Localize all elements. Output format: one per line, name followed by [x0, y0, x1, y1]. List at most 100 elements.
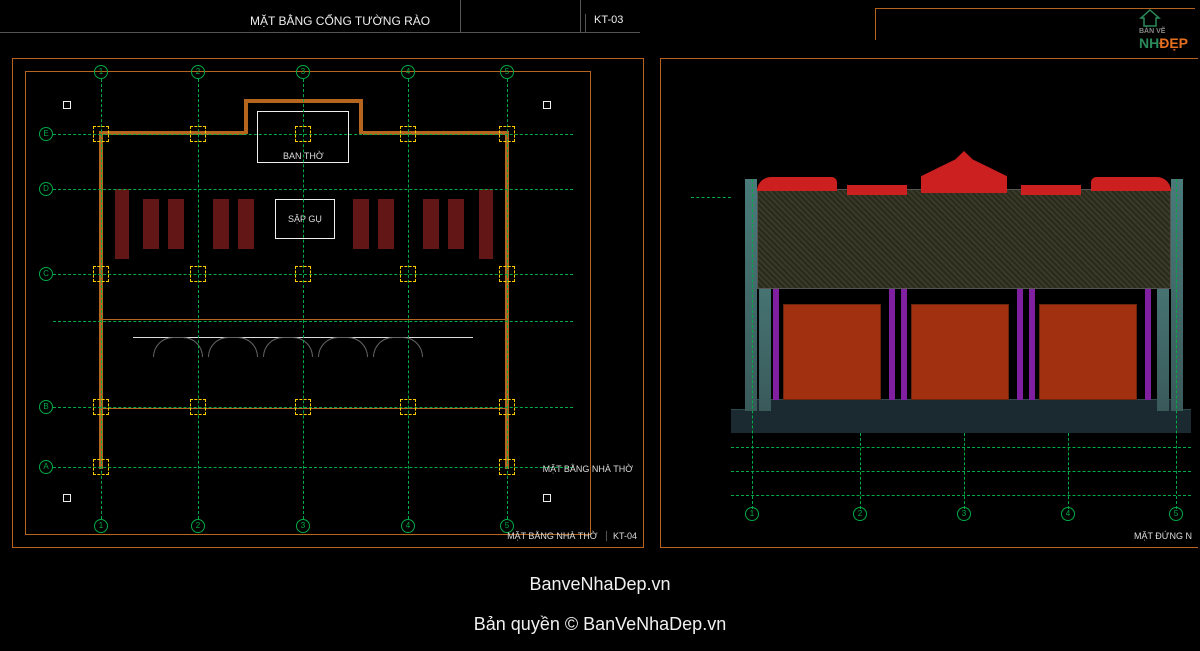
roof-ornament — [757, 177, 837, 191]
plan-subtitle: MẶT BẰNG NHÀ THỜ — [543, 464, 633, 474]
grid-line — [303, 79, 304, 519]
roof — [757, 189, 1171, 289]
grid-bubble: 2 — [191, 519, 205, 533]
furniture — [238, 199, 254, 249]
grid-bubble: 3 — [296, 519, 310, 533]
divider — [580, 0, 581, 32]
grid-line — [53, 407, 573, 408]
right-viewport: 1 2 3 4 5 MẶT ĐỨNG N — [660, 58, 1198, 548]
grid-line — [1176, 179, 1177, 509]
pillar-inner — [889, 274, 895, 400]
sheet-code: KT-03 — [585, 14, 623, 32]
grid-bubble: 5 — [1169, 507, 1183, 521]
furniture — [378, 199, 394, 249]
column-footing — [190, 126, 206, 142]
logo: BẢN VẼ NHĐẸP — [1139, 8, 1188, 51]
grid-line — [691, 197, 731, 198]
column-footing — [93, 459, 109, 475]
grid-line — [408, 79, 409, 519]
house-icon — [1139, 8, 1161, 28]
pillar-inner — [1145, 274, 1151, 400]
roof-crest — [921, 151, 1007, 193]
column-footing — [295, 399, 311, 415]
grid-line — [198, 79, 199, 519]
grid-line — [860, 433, 861, 509]
wall — [359, 99, 363, 134]
roof-ornament — [847, 185, 907, 195]
roof-ornament — [1021, 185, 1081, 195]
plan-title-bottom: MẶT BẰNG NHÀ THỜ KT-04 — [507, 531, 637, 541]
grid-bubble: 3 — [957, 507, 971, 521]
base-step — [751, 399, 1171, 411]
grid-bubble: D — [39, 182, 53, 196]
column-footing — [499, 266, 515, 282]
grid-bubble: 1 — [94, 519, 108, 533]
door — [783, 304, 881, 400]
dim-tick — [543, 101, 551, 109]
column-footing — [93, 126, 109, 142]
wall — [244, 99, 248, 134]
furniture — [143, 199, 159, 249]
furniture — [213, 199, 229, 249]
dim-tick — [63, 101, 71, 109]
column-footing — [93, 266, 109, 282]
furniture — [168, 199, 184, 249]
door — [911, 304, 1009, 400]
elevation-title: MẶT ĐỨNG N — [1134, 531, 1192, 541]
grid-line — [53, 321, 573, 322]
column-footing — [400, 126, 416, 142]
grid-line — [964, 433, 965, 509]
furniture — [353, 199, 369, 249]
pillar-inner — [1029, 274, 1035, 400]
door — [1039, 304, 1137, 400]
column-footing — [190, 399, 206, 415]
column-footing — [499, 399, 515, 415]
pillar-inner — [773, 274, 779, 400]
grid-bubble: A — [39, 460, 53, 474]
column-footing — [295, 266, 311, 282]
column-footing — [400, 399, 416, 415]
furniture — [423, 199, 439, 249]
pillar-inner — [1017, 274, 1023, 400]
dim-line — [731, 495, 1191, 496]
grid-bubble: 2 — [853, 507, 867, 521]
furniture — [448, 199, 464, 249]
divider — [0, 32, 640, 33]
grid-bubble: E — [39, 127, 53, 141]
grid-line — [53, 467, 573, 468]
column-footing — [295, 126, 311, 142]
grid-bubble: 1 — [745, 507, 759, 521]
grid-bubble: 4 — [401, 65, 415, 79]
grid-bubble: 4 — [401, 519, 415, 533]
grid-bubble: 2 — [191, 65, 205, 79]
pillar-outer — [1171, 179, 1183, 411]
room-label-platform: SẬP GỤ — [288, 214, 322, 224]
watermark-1: BanveNhaDep.vn — [0, 574, 1200, 595]
left-viewport: BAN THỜ SẬP GỤ 1 2 3 4 5 1 2 3 4 5 E D C… — [12, 58, 644, 548]
grid-line — [101, 79, 102, 519]
grid-line — [53, 134, 573, 135]
furniture — [479, 189, 493, 259]
roof-ornament — [1091, 177, 1171, 191]
furniture — [115, 189, 129, 259]
divider — [460, 0, 461, 32]
grid-bubble: 4 — [1061, 507, 1075, 521]
grid-bubble: 3 — [296, 65, 310, 79]
dim-line — [731, 447, 1191, 448]
pillar-inner — [901, 274, 907, 400]
grid-line — [752, 179, 753, 509]
grid-bubble: 1 — [94, 65, 108, 79]
grid-line — [53, 189, 573, 190]
grid-line — [1068, 433, 1069, 509]
grid-bubble: B — [39, 400, 53, 414]
dim-tick — [63, 494, 71, 502]
grid-bubble: 5 — [500, 65, 514, 79]
grid-line — [507, 79, 508, 519]
grid-line — [53, 274, 573, 275]
column-footing — [93, 399, 109, 415]
dim-line — [731, 471, 1191, 472]
porch-area — [99, 319, 509, 409]
dim-tick — [543, 494, 551, 502]
base-platform — [731, 409, 1191, 433]
sheet-title: MẶT BẰNG CỔNG TƯỜNG RÀO — [250, 14, 430, 28]
